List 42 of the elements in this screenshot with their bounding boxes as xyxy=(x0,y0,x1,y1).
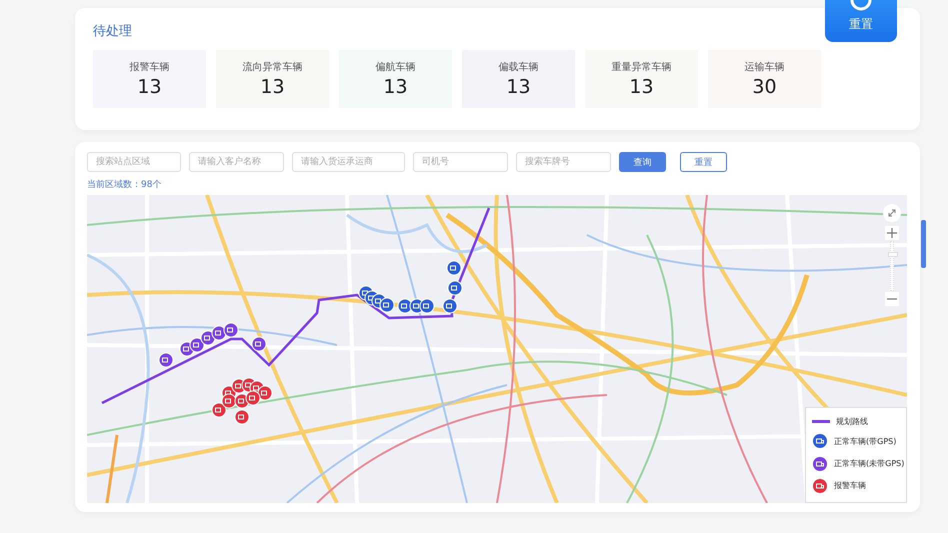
vehicle-marker-icon[interactable] xyxy=(252,336,266,352)
reset-button[interactable]: 重置 xyxy=(680,152,727,172)
query-button[interactable]: 查询 xyxy=(619,152,666,172)
search-field[interactable]: 司机号 xyxy=(413,152,508,172)
plus-icon xyxy=(887,228,897,238)
stat-label: 流向异常车辆 xyxy=(242,60,302,74)
search-field[interactable]: 搜索站点区域 xyxy=(87,152,181,172)
vehicle-marker-icon[interactable] xyxy=(158,352,174,368)
section-title: 待处理 xyxy=(93,23,132,40)
vehicle-marker-icon[interactable] xyxy=(380,298,394,312)
stat-label: 报警车辆 xyxy=(130,60,170,74)
legend-label: 正常车辆(带GPS) xyxy=(834,436,896,447)
stat-value: 13 xyxy=(383,76,408,98)
zoom-in-button[interactable] xyxy=(885,226,899,240)
vehicle-marker-icon[interactable] xyxy=(420,298,434,314)
search-field[interactable]: 请输入客户名称 xyxy=(189,152,284,172)
zoom-slider-thumb[interactable] xyxy=(888,252,898,257)
vehicle-marker-icon[interactable] xyxy=(446,260,462,276)
stat-value: 13 xyxy=(506,76,531,98)
scrollbar-thumb[interactable] xyxy=(921,220,926,268)
stat-value: 13 xyxy=(137,76,162,98)
region-count: 当前区域数：98个 xyxy=(87,178,162,191)
legend-label: 规划路线 xyxy=(836,416,868,427)
stat-label: 偏载车辆 xyxy=(498,60,538,74)
vehicle-marker-icon[interactable] xyxy=(442,298,458,314)
search-field[interactable]: 搜索车牌号 xyxy=(516,152,611,172)
stat-label: 偏航车辆 xyxy=(376,60,416,74)
vehicle-marker-icon[interactable] xyxy=(224,322,238,338)
stat-value: 13 xyxy=(260,76,285,98)
legend-label: 正常车辆(未带GPS) xyxy=(834,458,904,470)
stat-label: 运输车辆 xyxy=(744,60,784,74)
stat-value: 13 xyxy=(629,76,654,98)
legend-label: 报警车辆 xyxy=(834,480,866,492)
stat-value: 30 xyxy=(752,76,777,98)
vehicle-marker-icon[interactable] xyxy=(448,280,462,296)
zoom-out-button[interactable] xyxy=(885,292,899,306)
fullscreen-icon[interactable] xyxy=(883,204,901,222)
stat-label: 重量异常车辆 xyxy=(612,60,672,74)
reset-button[interactable]: 重置 xyxy=(825,0,897,42)
search-field[interactable]: 请输入货运承运商 xyxy=(292,152,405,172)
vehicle-marker-icon[interactable] xyxy=(234,410,250,424)
vehicle-marker-icon[interactable] xyxy=(246,390,260,406)
